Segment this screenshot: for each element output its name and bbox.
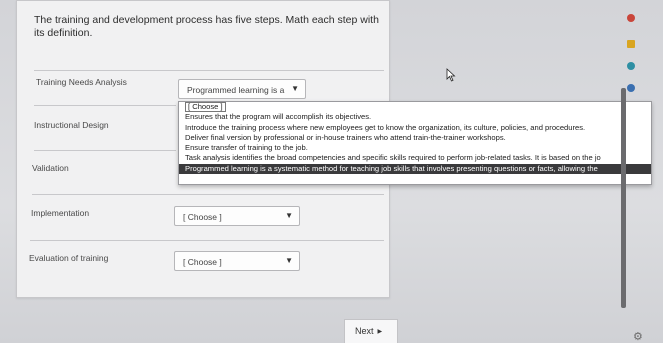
option-label: [ Choose ] [185, 102, 226, 112]
select-value: [ Choose ] [183, 212, 222, 222]
divider [34, 105, 176, 106]
drop-icon[interactable] [627, 84, 635, 92]
dropdown-option[interactable]: Task analysis identifies the broad compe… [179, 153, 651, 163]
circle-icon[interactable] [627, 62, 635, 70]
dropdown-option[interactable]: Introduce the training process where new… [179, 123, 651, 133]
flag-icon[interactable] [627, 40, 635, 48]
divider [32, 194, 384, 195]
chevron-down-icon: ▼ [285, 211, 293, 220]
dropdown-option-highlighted[interactable]: Programmed learning is a systematic meth… [179, 163, 651, 175]
divider [34, 150, 176, 151]
divider [30, 240, 384, 241]
row-label-evaluation-of-training: Evaluation of training [29, 253, 109, 263]
dropdown-option[interactable]: Ensure transfer of training to the job. [179, 143, 651, 153]
dropdown-option-choose[interactable]: [ Choose ] [179, 102, 651, 112]
gear-icon[interactable]: ⚙ [633, 330, 643, 343]
dropdown-option[interactable]: Ensures that the program will accomplish… [179, 112, 651, 122]
select-training-needs-analysis[interactable]: Programmed learning is a ▼ [178, 79, 306, 99]
select-implementation[interactable]: [ Choose ] ▼ [174, 206, 300, 226]
scrollbar[interactable] [621, 88, 626, 308]
divider [34, 70, 384, 71]
dropdown-options-list[interactable]: [ Choose ] Ensures that the program will… [178, 101, 652, 185]
row-label-instructional-design: Instructional Design [34, 120, 109, 130]
record-icon[interactable] [627, 14, 635, 22]
dropdown-option[interactable]: Deliver final version by professional or… [179, 133, 651, 143]
select-value: [ Choose ] [183, 257, 222, 267]
triangle-right-icon: ▶ [377, 329, 383, 335]
row-label-training-needs-analysis: Training Needs Analysis [36, 77, 127, 87]
chevron-down-icon: ▼ [285, 256, 293, 265]
select-evaluation-of-training[interactable]: [ Choose ] ▼ [174, 251, 300, 271]
row-label-validation: Validation [32, 163, 69, 173]
next-button[interactable]: Next ▶ [344, 319, 398, 343]
row-label-implementation: Implementation [31, 208, 90, 218]
mouse-cursor-icon [446, 68, 456, 82]
next-label: Next [355, 326, 374, 336]
chevron-down-icon: ▼ [291, 84, 299, 93]
select-value: Programmed learning is a [187, 85, 285, 95]
question-text: The training and development process has… [34, 14, 379, 39]
